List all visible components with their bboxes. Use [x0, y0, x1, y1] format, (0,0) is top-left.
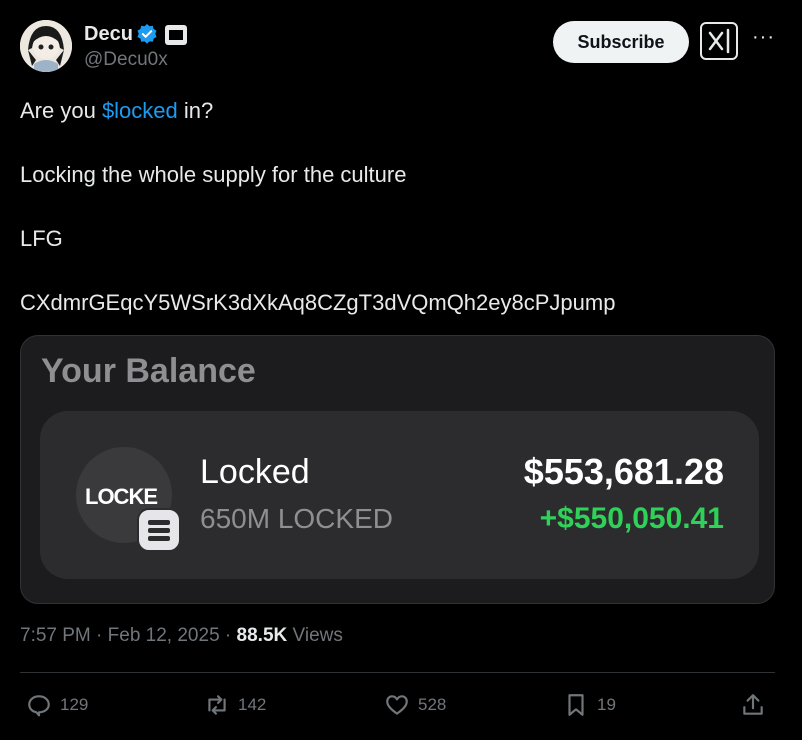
token-amount: 650M LOCKED	[200, 503, 393, 534]
tweet-text-line-1: Are you $locked in?	[20, 97, 213, 125]
tweet-text-prefix: Are you	[20, 98, 102, 123]
repost-button[interactable]: 142	[204, 690, 266, 720]
more-options-icon[interactable]: ···	[752, 27, 776, 50]
tweet-text-line-2: Locking the whole supply for the culture	[20, 162, 407, 187]
author-avatar[interactable]	[20, 20, 72, 72]
author-handle[interactable]: @Decu0x	[84, 48, 168, 72]
divider	[20, 672, 775, 673]
balance-title: Your Balance	[41, 352, 256, 390]
bookmark-icon	[568, 694, 584, 716]
tweet-text-suffix: in?	[177, 98, 214, 123]
token-card: LOCKE Locked 650M LOCKED $553,681.28 +$5…	[40, 411, 759, 579]
like-count: 528	[418, 695, 447, 714]
cashtag-link[interactable]: $locked	[102, 98, 178, 123]
bookmark-button[interactable]: 19	[563, 690, 616, 720]
views-label: Views	[292, 625, 343, 646]
tweet-media-image[interactable]: Your Balance LOCKE Locked 650M LOCKED $5…	[20, 335, 775, 604]
heart-icon	[386, 695, 408, 715]
tweet-time[interactable]: 7:57 PM	[20, 625, 91, 646]
share-button[interactable]	[740, 690, 774, 720]
repost-icon	[208, 695, 226, 715]
token-name: Locked	[200, 453, 310, 491]
author-name[interactable]: Decu	[84, 22, 133, 46]
solana-icon	[137, 508, 181, 552]
share-icon	[743, 694, 763, 715]
tweet-date[interactable]: Feb 12, 2025	[108, 625, 220, 646]
bookmark-count: 19	[597, 695, 616, 714]
reply-button[interactable]: 129	[26, 690, 88, 720]
token-change: +$550,050.41	[539, 502, 724, 535]
grok-icon[interactable]	[700, 22, 738, 60]
tweet-meta: 7:57 PM · Feb 12, 2025 · 88.5K Views	[20, 625, 343, 646]
subscribe-button[interactable]: Subscribe	[553, 21, 689, 63]
reply-count: 129	[60, 695, 89, 714]
tweet-text-line-4: CXdmrGEqcY5WSrK3dXkAq8CZgT3dVQmQh2ey8cPJ…	[20, 290, 616, 315]
token-logo-text: LOCKE	[85, 484, 158, 509]
affiliate-badge-icon[interactable]	[165, 25, 187, 45]
token-value: $553,681.28	[523, 451, 724, 492]
repost-count: 142	[238, 695, 267, 714]
tweet-text-line-3: LFG	[20, 226, 63, 251]
reply-icon	[28, 695, 50, 717]
views-count: 88.5K	[236, 625, 288, 646]
like-button[interactable]: 528	[384, 690, 446, 720]
verified-badge-icon	[137, 24, 157, 44]
